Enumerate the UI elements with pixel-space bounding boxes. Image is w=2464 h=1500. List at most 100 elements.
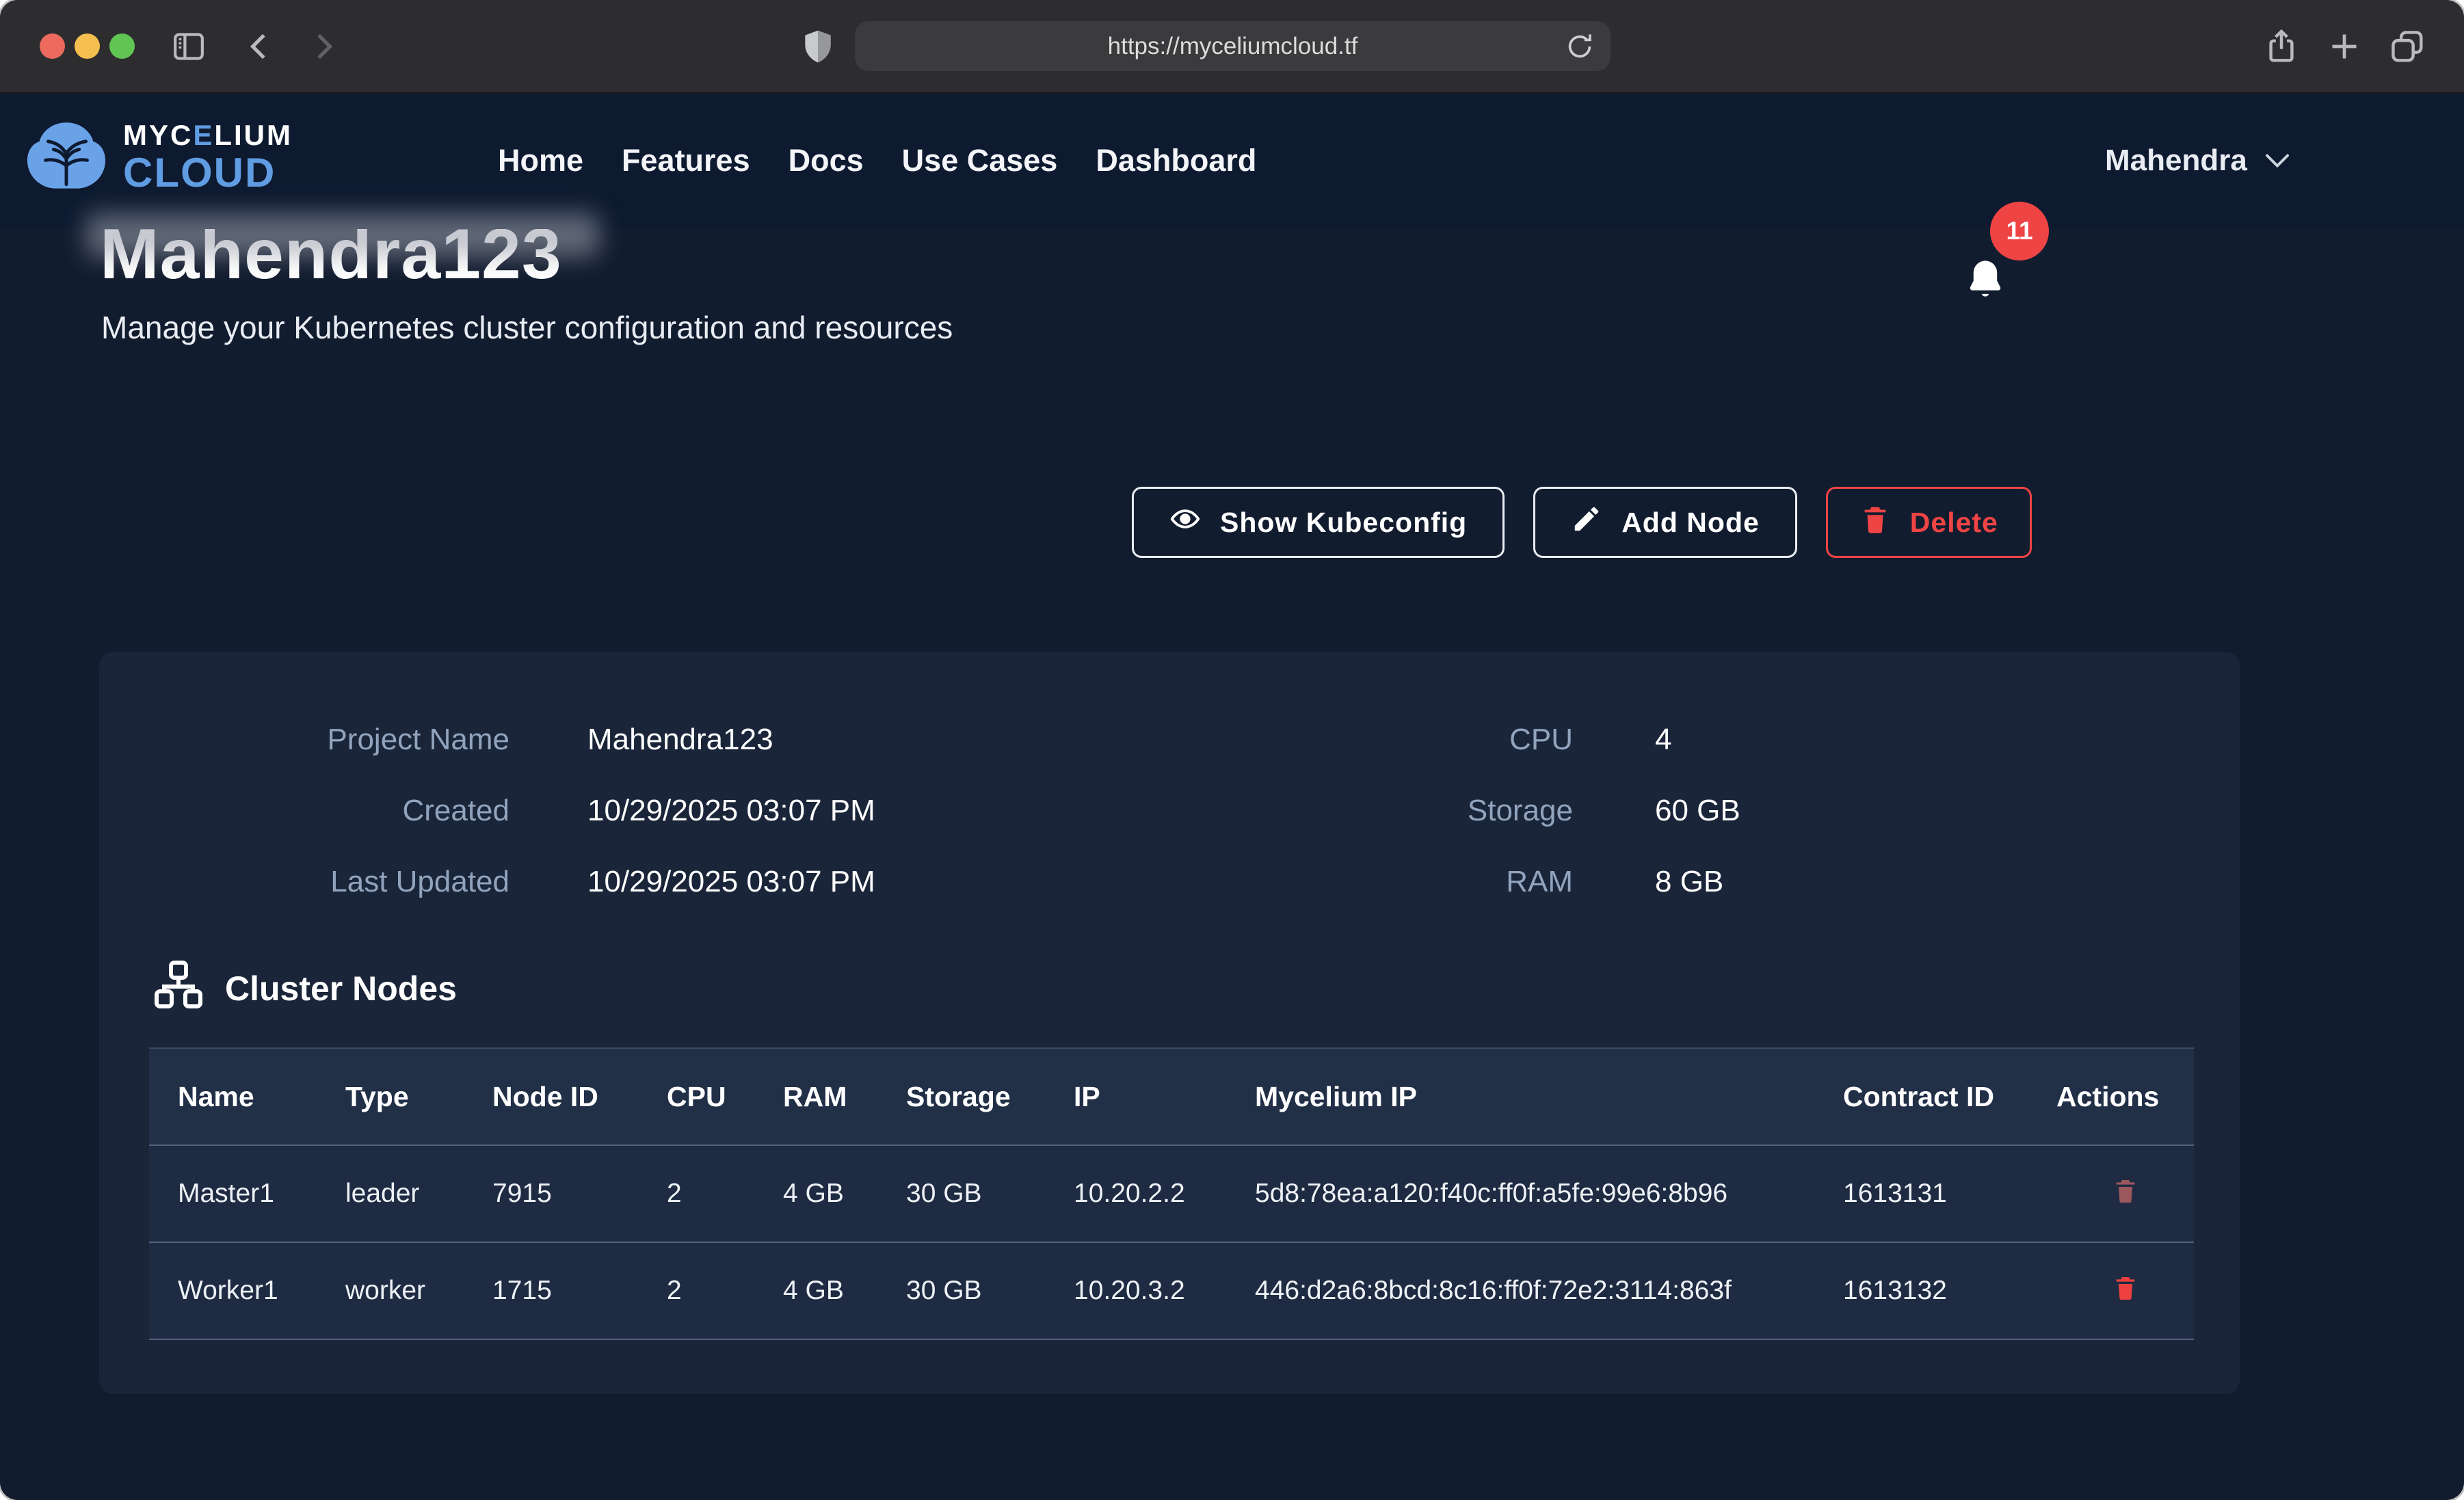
sidebar-toggle-icon[interactable]: [170, 27, 208, 66]
brand-line1: MYCELIUM: [123, 121, 293, 150]
nav-link-home[interactable]: Home: [498, 143, 583, 178]
cell-node-id: 1715: [464, 1242, 638, 1339]
brand-logo[interactable]: MYCELIUM CLOUD: [26, 120, 293, 194]
browser-chrome: https://myceliumcloud.tf: [0, 0, 2464, 94]
new-tab-icon[interactable]: [2325, 27, 2363, 66]
project-name-value: Mahendra123: [587, 723, 773, 757]
user-name: Mahendra: [2105, 144, 2247, 178]
col-header-cpu: CPU: [638, 1048, 754, 1145]
ram-label: RAM: [1166, 865, 1573, 899]
delete-label: Delete: [1910, 507, 1998, 539]
col-header-actions: Actions: [2028, 1048, 2194, 1145]
network-nodes-icon: [154, 960, 203, 1017]
cell-ip: 10.20.3.2: [1045, 1242, 1226, 1339]
col-header-name: Name: [149, 1048, 317, 1145]
project-name-label: Project Name: [99, 723, 509, 757]
info-row-storage: Storage 60 GB: [1166, 775, 2240, 846]
tab-overview-icon[interactable]: [2388, 27, 2426, 66]
cell-name: Master1: [149, 1145, 317, 1242]
chevron-down-icon: [2265, 152, 2290, 169]
cell-type: worker: [317, 1242, 464, 1339]
col-header-ip: IP: [1045, 1048, 1226, 1145]
cell-cpu: 2: [638, 1242, 754, 1339]
page-subtitle: Manage your Kubernetes cluster configura…: [101, 309, 953, 346]
cpu-value: 4: [1655, 723, 1671, 757]
blur-smudge: [86, 213, 599, 257]
info-row-created: Created 10/29/2025 03:07 PM: [99, 775, 1166, 846]
cluster-info-left: Project Name Mahendra123 Created 10/29/2…: [99, 704, 1166, 918]
address-bar[interactable]: https://myceliumcloud.tf: [855, 21, 1611, 71]
info-row-ram: RAM 8 GB: [1166, 846, 2240, 918]
cluster-actions: Show Kubeconfig Add Node Delete: [1132, 487, 2032, 558]
table-row: Worker1 worker 1715 2 4 GB 30 GB 10.20.3…: [149, 1242, 2194, 1339]
close-window-button[interactable]: [40, 34, 65, 59]
delete-node-button[interactable]: [2112, 1272, 2139, 1305]
maximize-window-button[interactable]: [109, 34, 135, 59]
info-row-last-updated: Last Updated 10/29/2025 03:07 PM: [99, 846, 1166, 918]
col-header-node-id: Node ID: [464, 1048, 638, 1145]
cluster-details-card: Project Name Mahendra123 Created 10/29/2…: [99, 652, 2240, 1394]
delete-cluster-button[interactable]: Delete: [1826, 487, 2032, 558]
reload-icon[interactable]: [1564, 31, 1595, 62]
cell-storage: 30 GB: [877, 1242, 1045, 1339]
nav-link-use-cases[interactable]: Use Cases: [902, 143, 1058, 178]
last-updated-value: 10/29/2025 03:07 PM: [587, 865, 875, 899]
info-row-cpu: CPU 4: [1166, 704, 2240, 775]
url-text: https://myceliumcloud.tf: [1108, 33, 1358, 60]
cell-contract-id: 1613132: [1814, 1242, 2028, 1339]
last-updated-label: Last Updated: [99, 865, 509, 899]
back-icon[interactable]: [241, 27, 279, 66]
cell-ram: 4 GB: [754, 1145, 877, 1242]
cluster-nodes-table: Name Type Node ID CPU RAM Storage IP Myc…: [149, 1047, 2194, 1340]
cell-contract-id: 1613131: [1814, 1145, 2028, 1242]
nav-links: Home Features Docs Use Cases Dashboard: [498, 92, 1256, 229]
mycelium-cloud-logo-icon: [26, 120, 107, 194]
share-icon[interactable]: [2262, 27, 2301, 66]
browser-window: https://myceliumcloud.tf: [0, 0, 2464, 1500]
cell-name: Worker1: [149, 1242, 317, 1339]
notifications-button[interactable]: 11: [1957, 202, 2053, 318]
nav-link-docs[interactable]: Docs: [789, 143, 864, 178]
cluster-nodes-title: Cluster Nodes: [225, 969, 457, 1008]
col-header-contract-id: Contract ID: [1814, 1048, 2028, 1145]
cell-storage: 30 GB: [877, 1145, 1045, 1242]
add-node-label: Add Node: [1621, 507, 1760, 539]
add-node-button[interactable]: Add Node: [1533, 487, 1797, 558]
cell-cpu: 2: [638, 1145, 754, 1242]
col-header-type: Type: [317, 1048, 464, 1145]
cpu-label: CPU: [1166, 723, 1573, 757]
cell-node-id: 7915: [464, 1145, 638, 1242]
bell-icon: [1961, 255, 2009, 306]
table-header-row: Name Type Node ID CPU RAM Storage IP Myc…: [149, 1048, 2194, 1145]
eye-icon: [1169, 503, 1201, 541]
notification-count-badge: 11: [1990, 202, 2049, 260]
cell-type: leader: [317, 1145, 464, 1242]
brand-text: MYCELIUM CLOUD: [123, 121, 293, 193]
cluster-info-right: CPU 4 Storage 60 GB RAM 8 GB: [1166, 704, 2240, 918]
nav-link-features[interactable]: Features: [622, 143, 750, 178]
minimize-window-button[interactable]: [75, 34, 100, 59]
nav-link-dashboard[interactable]: Dashboard: [1096, 143, 1256, 178]
pencil-icon: [1571, 503, 1602, 541]
cell-mycelium-ip: 446:d2a6:8bcd:8c16:ff0f:72e2:3114:863f: [1226, 1242, 1814, 1339]
delete-node-button[interactable]: [2112, 1175, 2139, 1208]
cell-ram: 4 GB: [754, 1242, 877, 1339]
forward-icon[interactable]: [304, 27, 342, 66]
created-label: Created: [99, 794, 509, 828]
cluster-info: Project Name Mahendra123 Created 10/29/2…: [99, 652, 2240, 918]
table-row: Master1 leader 7915 2 4 GB 30 GB 10.20.2…: [149, 1145, 2194, 1242]
storage-value: 60 GB: [1655, 794, 1740, 828]
user-menu[interactable]: Mahendra: [2105, 92, 2290, 229]
info-row-project-name: Project Name Mahendra123: [99, 704, 1166, 775]
cell-mycelium-ip: 5d8:78ea:a120:f40c:ff0f:a5fe:99e6:8b96: [1226, 1145, 1814, 1242]
privacy-shield-icon[interactable]: [799, 27, 837, 66]
storage-label: Storage: [1166, 794, 1573, 828]
col-header-storage: Storage: [877, 1048, 1045, 1145]
cell-ip: 10.20.2.2: [1045, 1145, 1226, 1242]
col-header-ram: RAM: [754, 1048, 877, 1145]
show-kubeconfig-button[interactable]: Show Kubeconfig: [1132, 487, 1505, 558]
brand-line2: CLOUD: [123, 152, 293, 193]
show-kubeconfig-label: Show Kubeconfig: [1220, 507, 1467, 539]
cluster-nodes-heading: Cluster Nodes: [154, 960, 2240, 1017]
ram-value: 8 GB: [1655, 865, 1723, 899]
